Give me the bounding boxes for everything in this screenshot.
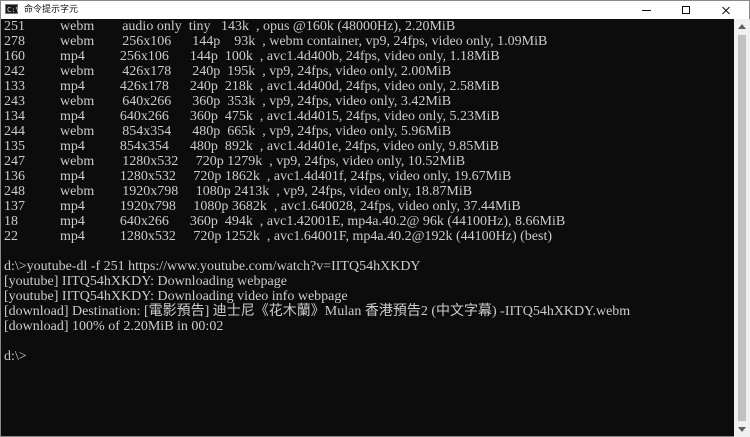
console-line: 22 mp4 1280x532 720p 1252k , avc1.64001F… xyxy=(4,229,553,244)
console-line: 135 mp4 854x354 480p 892k , avc1.4d401e,… xyxy=(4,139,499,154)
window-title: 命令提示字元 xyxy=(24,5,79,15)
console-line: 247 webm 1280x532 720p 1279k , vp9, 24fp… xyxy=(4,154,466,169)
console-line: 244 webm 854x354 480p 665k , vp9, 24fps,… xyxy=(4,124,452,139)
chevron-down-icon[interactable] xyxy=(738,427,746,432)
vertical-scrollbar[interactable] xyxy=(734,19,750,437)
console-line: [download] Destination: [電影預告] 迪士尼《花木蘭》M… xyxy=(4,304,631,319)
console-line: 160 mp4 256x106 144p 100k , avc1.4d400b,… xyxy=(4,49,500,64)
console-line: [download] 100% of 2.20MiB in 00:02 xyxy=(4,319,224,334)
console-output[interactable]: 251 webm audio only tiny 143k , opus @16… xyxy=(2,19,734,436)
minimize-button[interactable] xyxy=(626,1,666,19)
maximize-icon xyxy=(682,6,690,14)
console-line: [youtube] IITQ54hXKDY: Downloading webpa… xyxy=(4,274,287,289)
console-line: 243 webm 640x266 360p 353k , vp9, 24fps,… xyxy=(4,94,452,109)
command-prompt[interactable]: d:\> xyxy=(4,349,27,364)
console-line: 134 mp4 640x266 360p 475k , avc1.4d4015,… xyxy=(4,109,500,124)
title-bar[interactable]: C:\ 命令提示字元 xyxy=(1,1,749,19)
console-line: 251 webm audio only tiny 143k , opus @16… xyxy=(4,19,456,34)
maximize-button[interactable] xyxy=(666,1,706,19)
console-line: 18 mp4 640x266 360p 494k , avc1.42001E, … xyxy=(4,214,566,229)
console-line: 136 mp4 1280x532 720p 1862k , avc1.4d401… xyxy=(4,169,512,184)
cmd-icon[interactable]: C:\ xyxy=(5,4,20,14)
chevron-up-icon[interactable] xyxy=(738,24,746,29)
command-line: d:\>youtube-dl -f 251 https://www.youtub… xyxy=(4,259,421,274)
console-line: [youtube] IITQ54hXKDY: Downloading video… xyxy=(4,289,348,304)
close-icon xyxy=(721,5,731,15)
scrollbar-thumb[interactable] xyxy=(738,35,746,421)
console-line: 248 webm 1920x798 1080p 2413k , vp9, 24f… xyxy=(4,184,473,199)
minimize-icon xyxy=(641,9,651,11)
close-button[interactable] xyxy=(706,1,746,19)
command-prompt-window: C:\ 命令提示字元 251 webm audio only tiny 143k… xyxy=(0,0,750,437)
console-line: 137 mp4 1920x798 1080p 3682k , avc1.6400… xyxy=(4,199,521,214)
console-line: 278 webm 256x106 144p 93k , webm contain… xyxy=(4,34,548,49)
console-line: 133 mp4 426x178 240p 218k , avc1.4d400d,… xyxy=(4,79,500,94)
console-line: 242 webm 426x178 240p 195k , vp9, 24fps,… xyxy=(4,64,452,79)
